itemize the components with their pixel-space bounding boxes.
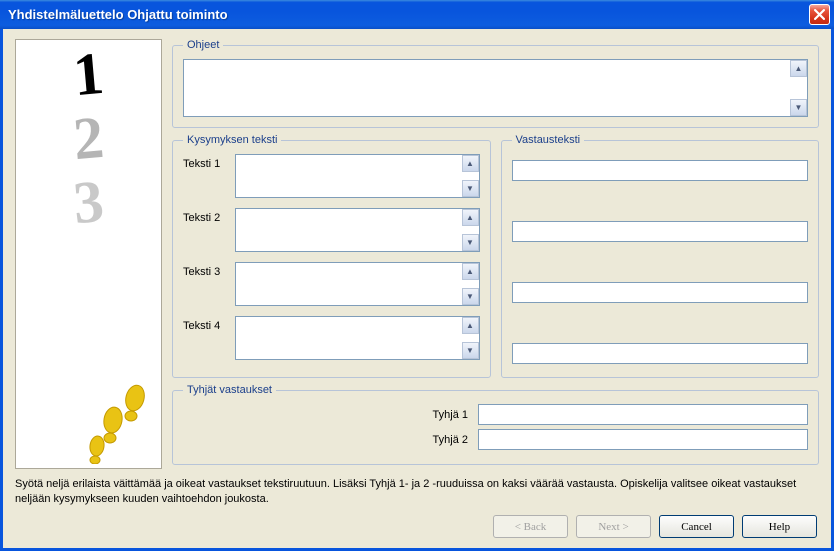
scroll-down-icon[interactable]: ▼ (462, 342, 479, 359)
ohjeet-textarea[interactable] (183, 59, 808, 117)
tyhja1-input[interactable] (478, 404, 808, 425)
tyhjat-fieldset: Tyhjät vastaukset Tyhjä 1 Tyhjä 2 (172, 384, 819, 465)
window-close-button[interactable] (809, 4, 830, 25)
teksti1-input[interactable] (235, 154, 480, 198)
ohjeet-scrollbar: ▲ ▼ (790, 60, 807, 116)
scroll-up-icon[interactable]: ▲ (462, 155, 479, 172)
tyhjat-legend: Tyhjät vastaukset (183, 384, 276, 396)
teksti3-label: Teksti 3 (183, 262, 227, 278)
scroll-down-icon[interactable]: ▼ (462, 288, 479, 305)
vastaus1-input[interactable] (512, 160, 809, 181)
tyhja2-input[interactable] (478, 429, 808, 450)
close-icon (814, 9, 825, 20)
vastaus3-input[interactable] (512, 282, 809, 303)
window-body: 1 2 3 Ohjeet (0, 29, 834, 551)
kysymyksen-legend: Kysymyksen teksti (183, 134, 281, 146)
teksti2-label: Teksti 2 (183, 208, 227, 224)
tyhja2-label: Tyhjä 2 (183, 434, 468, 446)
teksti4-input[interactable] (235, 316, 480, 360)
scroll-down-icon[interactable]: ▼ (462, 180, 479, 197)
scroll-down-icon[interactable]: ▼ (790, 99, 807, 116)
teksti3-input[interactable] (235, 262, 480, 306)
vastaus-fieldset: Vastausteksti (501, 134, 820, 378)
next-button: Next > (576, 515, 651, 538)
ohjeet-fieldset: Ohjeet ▲ ▼ (172, 39, 819, 128)
vastaus2-input[interactable] (512, 221, 809, 242)
scroll-up-icon[interactable]: ▲ (462, 317, 479, 334)
step-number-2: 2 (15, 102, 162, 174)
wizard-button-row: < Back Next > Cancel Help (493, 515, 817, 538)
teksti4-label: Teksti 4 (183, 316, 227, 332)
instruction-text: Syötä neljä erilaista väittämää ja oikea… (15, 477, 819, 507)
teksti1-label: Teksti 1 (183, 154, 227, 170)
vastaus4-input[interactable] (512, 343, 809, 364)
window-title: Yhdistelmäluettelo Ohjattu toiminto (8, 7, 809, 22)
scroll-up-icon[interactable]: ▲ (462, 263, 479, 280)
ohjeet-legend: Ohjeet (183, 39, 223, 51)
scroll-up-icon[interactable]: ▲ (462, 209, 479, 226)
vastaus-legend: Vastausteksti (512, 134, 585, 146)
cancel-button[interactable]: Cancel (659, 515, 734, 538)
footprints-icon (85, 384, 155, 464)
help-button[interactable]: Help (742, 515, 817, 538)
tyhja1-label: Tyhjä 1 (183, 409, 468, 421)
kysymyksen-fieldset: Kysymyksen teksti Teksti 1 ▲ ▼ Teksti 2 ▲… (172, 134, 491, 378)
scroll-up-icon[interactable]: ▲ (790, 60, 807, 77)
teksti2-input[interactable] (235, 208, 480, 252)
titlebar: Yhdistelmäluettelo Ohjattu toiminto (0, 0, 834, 29)
step-number-1: 1 (15, 39, 162, 110)
scroll-down-icon[interactable]: ▼ (462, 234, 479, 251)
back-button: < Back (493, 515, 568, 538)
step-number-3: 3 (15, 166, 162, 238)
wizard-step-image: 1 2 3 (15, 39, 162, 469)
